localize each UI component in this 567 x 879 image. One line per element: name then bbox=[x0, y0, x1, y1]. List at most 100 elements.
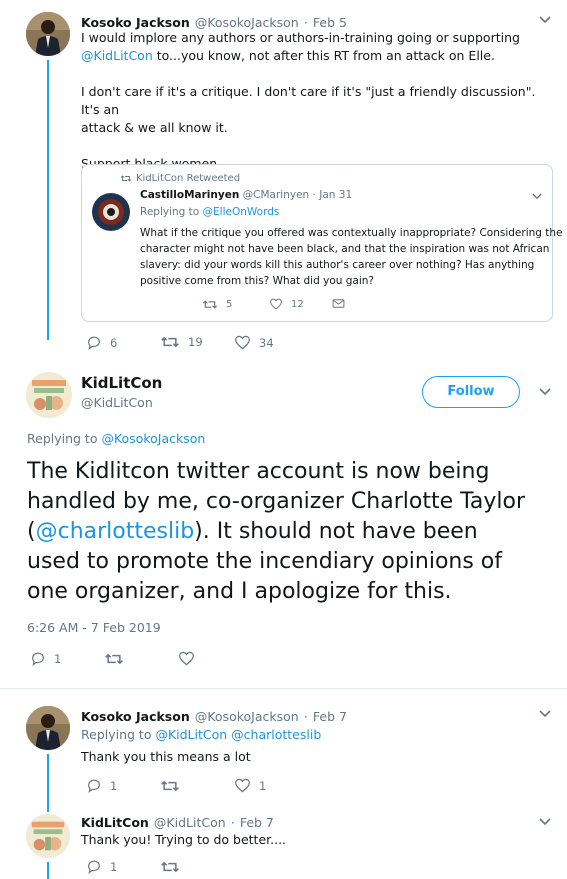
reply2-retweet-action[interactable] bbox=[160, 860, 180, 874]
main-like-action[interactable] bbox=[178, 651, 195, 666]
main-mention[interactable]: @charlotteslib bbox=[36, 519, 195, 544]
reply1-replying-prefix: Replying to bbox=[81, 727, 156, 742]
avatar-castillo[interactable] bbox=[92, 193, 130, 231]
reply1-retweet-action[interactable] bbox=[160, 779, 180, 793]
retweeted-label-text: KidLitCon Retweeted bbox=[136, 173, 241, 184]
thread-line bbox=[47, 60, 49, 340]
quote-line2: character might not have been black, and… bbox=[140, 243, 550, 255]
reply1-reply-action[interactable]: 1 bbox=[86, 778, 117, 793]
retweeted-label: KidLitCon Retweeted bbox=[120, 173, 240, 184]
reply2-sep: · bbox=[230, 815, 235, 830]
quote-name[interactable]: CastilloMarinyen bbox=[140, 189, 239, 201]
main-replying-prefix: Replying to bbox=[27, 431, 102, 446]
tweet1-para2-line1: I don't care if it's a critique. I don't… bbox=[81, 84, 536, 117]
reply1-handle[interactable]: @KosokoJackson bbox=[195, 709, 299, 724]
main-line4: used to promote the incendiary opinions … bbox=[27, 549, 503, 574]
avatar-kidlitcon-reply[interactable] bbox=[26, 814, 70, 858]
tweet1-date[interactable]: Feb 5 bbox=[313, 15, 347, 30]
like-icon bbox=[270, 298, 282, 310]
tweet1-line2: @KidLitCon to...you know, not after this… bbox=[81, 47, 551, 65]
reply1-replying: Replying to @KidLitCon @charlotteslib bbox=[81, 727, 321, 742]
quote-sep: · bbox=[312, 189, 316, 201]
tweet1-handle[interactable]: @KosokoJackson bbox=[195, 15, 299, 30]
like-icon bbox=[179, 651, 194, 666]
tweet1-reply-count: 6 bbox=[110, 335, 118, 350]
tweet1-line2-rest: to...you know, not after this RT from an… bbox=[152, 48, 495, 63]
reply1-date[interactable]: Feb 7 bbox=[313, 709, 347, 724]
tweet1-body: I would implore any authors or authors-i… bbox=[81, 29, 551, 173]
reply1-replying-mentions[interactable]: @KidLitCon @charlotteslib bbox=[155, 727, 321, 742]
quote-dm-action[interactable] bbox=[332, 298, 345, 309]
thread-line bbox=[47, 754, 49, 812]
quote-date[interactable]: Jan 31 bbox=[319, 189, 352, 201]
main-line3-open: ( bbox=[27, 519, 36, 544]
chevron-down-icon[interactable] bbox=[538, 816, 552, 830]
like-icon bbox=[235, 778, 250, 793]
reply-icon bbox=[88, 779, 100, 793]
quote-replying-mention[interactable]: @ElleOnWords bbox=[203, 206, 280, 218]
retweet-icon bbox=[161, 861, 179, 873]
tweet1-reply-action[interactable]: 6 bbox=[86, 335, 117, 350]
tweet1-spacer bbox=[81, 65, 551, 83]
main-reply-count: 1 bbox=[54, 651, 62, 666]
reply1-like-count: 1 bbox=[259, 778, 267, 793]
main-retweet-action[interactable] bbox=[104, 652, 124, 666]
quote-like-action[interactable]: 12 bbox=[269, 298, 304, 310]
chevron-down-icon[interactable] bbox=[538, 386, 552, 400]
quote-replying: Replying to @ElleOnWords bbox=[140, 206, 279, 218]
reply-icon bbox=[88, 336, 100, 350]
reply2-name[interactable]: KidLitCon bbox=[81, 815, 149, 830]
tweet1-para2-line2: attack & we all know it. bbox=[81, 120, 228, 135]
main-line1: The Kidlitcon twitter account is now bei… bbox=[27, 459, 490, 484]
reply1-reply-count: 1 bbox=[110, 778, 118, 793]
reply-icon bbox=[88, 860, 100, 874]
reply2-date[interactable]: Feb 7 bbox=[240, 815, 274, 830]
quote-header: CastilloMarinyen @CMarinyen · Jan 31 bbox=[140, 189, 352, 201]
main-line3: (@charlotteslib). It should not have bee… bbox=[27, 517, 525, 547]
main-replying-mention[interactable]: @KosokoJackson bbox=[101, 431, 205, 446]
tweet1-retweet-action[interactable]: 19 bbox=[160, 335, 203, 349]
tweet1-retweet-count: 19 bbox=[188, 335, 203, 349]
chevron-down-icon[interactable] bbox=[538, 708, 552, 722]
main-timestamp[interactable]: 6:26 AM - 7 Feb 2019 bbox=[27, 620, 161, 635]
reply1-like-action[interactable]: 1 bbox=[234, 778, 266, 793]
quote-retweet-action[interactable]: 5 bbox=[202, 299, 232, 310]
main-line3-rest: ). It should not have been bbox=[194, 519, 478, 544]
avatar-kosoko-reply[interactable] bbox=[26, 706, 70, 750]
thread-line bbox=[47, 862, 49, 879]
quote-replying-prefix: Replying to bbox=[140, 206, 203, 218]
avatar-kosoko[interactable] bbox=[26, 12, 70, 56]
reply2-reply-action[interactable]: 1 bbox=[86, 859, 117, 874]
quoted-tweet-card[interactable]: KidLitCon Retweeted CastilloMarinyen @CM… bbox=[81, 164, 563, 322]
main-replying: Replying to @KosokoJackson bbox=[27, 431, 205, 446]
reply2-handle[interactable]: @KidLitCon bbox=[154, 815, 226, 830]
quote-body: What if the critique you offered was con… bbox=[140, 225, 563, 289]
reply1-name[interactable]: Kosoko Jackson bbox=[81, 709, 190, 724]
main-body: The Kidlitcon twitter account is now bei… bbox=[27, 457, 525, 607]
chevron-down-icon[interactable] bbox=[538, 14, 552, 28]
quote-line4: positive come from this? What did you ga… bbox=[140, 275, 374, 287]
main-reply-action[interactable]: 1 bbox=[30, 651, 61, 666]
quote-retweet-count: 5 bbox=[226, 299, 233, 310]
reply1-header: Kosoko Jackson @KosokoJackson · Feb 7 bbox=[81, 706, 347, 725]
tweet1-like-count: 34 bbox=[259, 335, 274, 350]
quote-line1: What if the critique you offered was con… bbox=[140, 227, 563, 239]
follow-button[interactable]: Follow bbox=[422, 376, 520, 408]
reply2-reply-count: 1 bbox=[110, 859, 118, 874]
main-line5: one organizer, and I apologize for this. bbox=[27, 579, 452, 604]
tweet1-sep: · bbox=[303, 15, 308, 30]
tweet1-like-action[interactable]: 34 bbox=[234, 335, 274, 350]
chevron-down-icon[interactable] bbox=[530, 190, 544, 204]
avatar-kidlitcon[interactable] bbox=[26, 372, 72, 418]
tweet1-line1: I would implore any authors or authors-i… bbox=[81, 30, 520, 45]
like-icon bbox=[235, 335, 250, 350]
quote-handle[interactable]: @CMarinyen bbox=[243, 189, 310, 201]
main-name[interactable]: KidLitCon bbox=[81, 374, 162, 392]
reply1-sep: · bbox=[303, 709, 308, 724]
retweet-icon bbox=[120, 174, 132, 182]
main-handle[interactable]: @KidLitCon bbox=[81, 395, 153, 410]
tweet1-name[interactable]: Kosoko Jackson bbox=[81, 15, 190, 30]
reply2-header: KidLitCon @KidLitCon · Feb 7 bbox=[81, 812, 274, 831]
tweet1-mention[interactable]: @KidLitCon bbox=[81, 48, 153, 63]
dm-icon bbox=[332, 299, 345, 308]
